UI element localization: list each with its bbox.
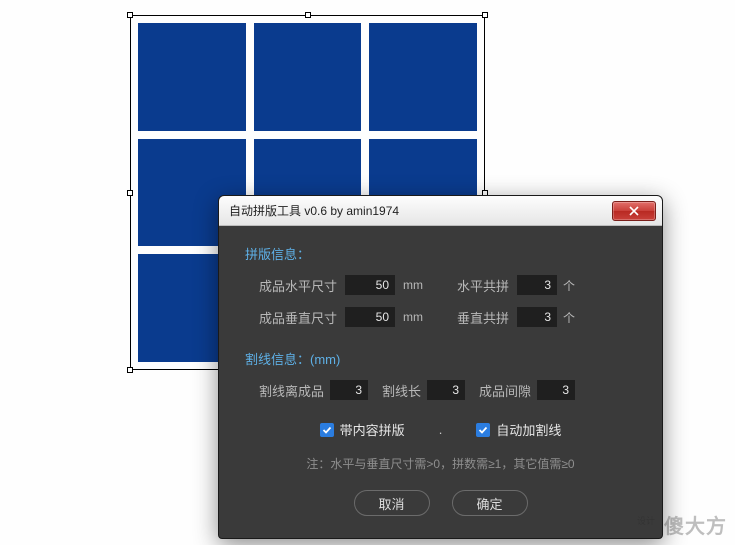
horizontal-size-label: 成品水平尺寸 [259,276,345,295]
checkbox-checked-icon [320,423,334,437]
horizontal-count-input[interactable] [517,275,557,295]
content-imposition-checkbox[interactable]: 带内容拼版 [320,420,405,439]
cutline-length-label: 割线长 [382,381,421,400]
unit-mm: mm [403,310,423,324]
close-icon [629,206,639,216]
close-button[interactable] [612,201,656,221]
dialog-title: 自动拼版工具 v0.6 by amin1974 [229,202,399,219]
grid-cell [369,23,477,131]
titlebar[interactable]: 自动拼版工具 v0.6 by amin1974 [219,196,662,226]
product-gap-label: 成品间隙 [479,381,531,400]
dialog-body: 拼版信息： 成品水平尺寸 mm 水平共拼 个 成品垂直尺寸 mm 垂直共拼 个 … [219,226,662,538]
auto-cutline-label: 自动加割线 [496,420,561,439]
content-imposition-label: 带内容拼版 [340,420,405,439]
vertical-count-label: 垂直共拼 [457,308,517,327]
selection-handle-bottom-left[interactable] [127,367,133,373]
unit-count: 个 [563,309,575,326]
confirm-button[interactable]: 确定 [452,490,528,516]
checkbox-checked-icon [476,423,490,437]
grid-cell [254,23,362,131]
separator-dot: . [439,422,443,437]
vertical-count-input[interactable] [517,307,557,327]
auto-cutline-checkbox[interactable]: 自动加割线 [476,420,561,439]
cutline-section-title: 割线信息：(mm) [245,349,636,368]
vertical-size-label: 成品垂直尺寸 [259,308,345,327]
horizontal-count-label: 水平共拼 [457,276,517,295]
confirm-button-label: 确定 [476,494,502,513]
unit-count: 个 [563,277,575,294]
cancel-button[interactable]: 取消 [354,490,430,516]
cutline-offset-input[interactable] [330,380,368,400]
selection-handle-top-right[interactable] [482,12,488,18]
note-text: 注：水平与垂直尺寸需>0，拼数需≥1，其它值需≥0 [245,455,636,472]
watermark-sub: 设计 [637,514,655,527]
cutline-length-input[interactable] [427,380,465,400]
watermark-main: 傻大方 [664,510,727,539]
selection-handle-top-left[interactable] [127,12,133,18]
unit-mm: mm [403,278,423,292]
vertical-size-input[interactable] [345,307,395,327]
horizontal-size-input[interactable] [345,275,395,295]
imposition-section-title: 拼版信息： [245,244,636,263]
grid-cell [138,23,246,131]
selection-handle-mid-left[interactable] [127,190,133,196]
product-gap-input[interactable] [537,380,575,400]
selection-handle-top-mid[interactable] [305,12,311,18]
cutline-offset-label: 割线离成品 [259,381,324,400]
cancel-button-label: 取消 [378,494,404,513]
imposition-dialog: 自动拼版工具 v0.6 by amin1974 拼版信息： 成品水平尺寸 mm … [218,195,663,539]
